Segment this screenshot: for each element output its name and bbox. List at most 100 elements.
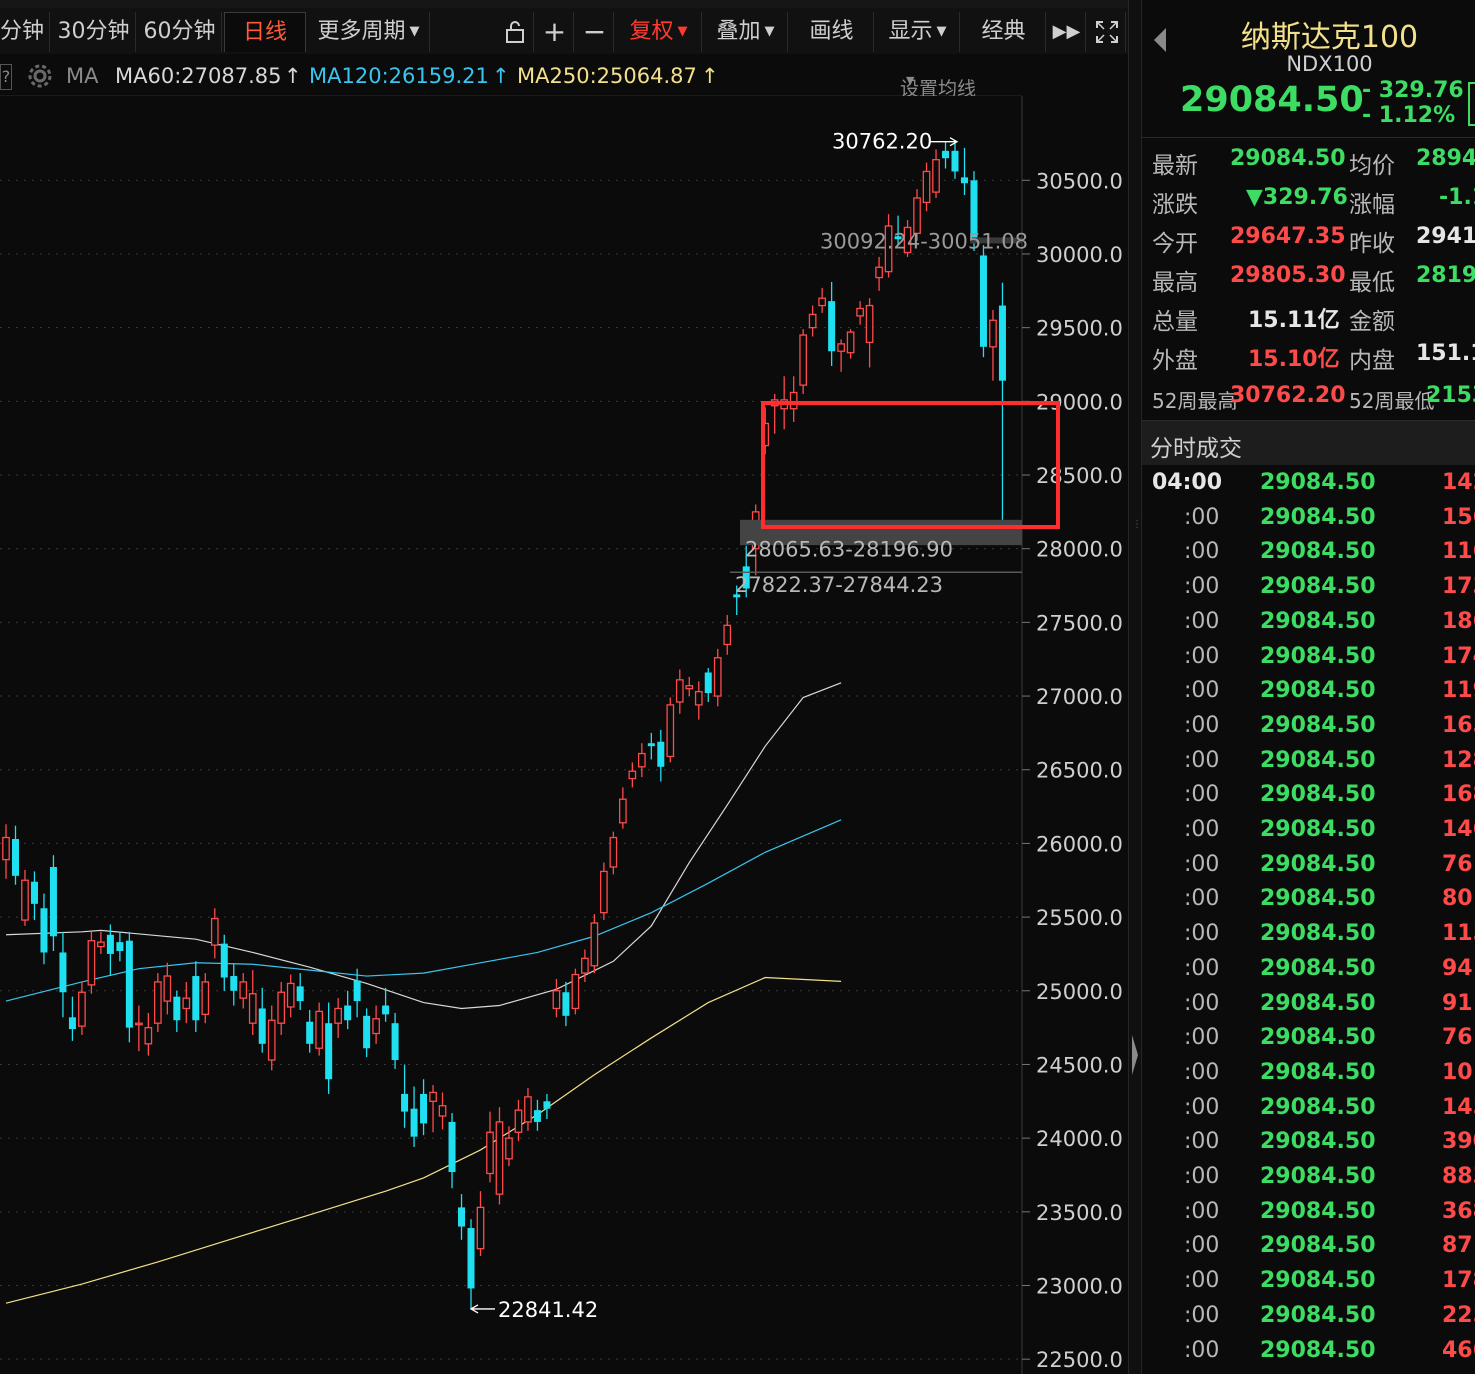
y-tick-label: 23000.0	[1036, 1275, 1123, 1299]
trade-price: 29084.50	[1260, 851, 1376, 877]
quote-label: 涨跌	[1152, 192, 1198, 218]
gear-icon[interactable]	[26, 62, 54, 95]
candle-body	[657, 741, 665, 767]
candle-body	[960, 177, 968, 184]
trade-volume: 128	[1442, 747, 1475, 773]
fast-forward-icon[interactable]: ▶▶	[1048, 12, 1086, 52]
candle-body	[296, 986, 304, 1002]
tab-minute[interactable]: 分钟	[0, 12, 50, 52]
drag-handle-icon[interactable]: ⋮	[1132, 520, 1142, 538]
quote-value: 15.10亿	[1248, 347, 1340, 372]
trade-row: :00 29084.50 368	[1142, 1199, 1475, 1231]
trade-price: 29084.50	[1260, 504, 1376, 530]
trade-time: :00	[1184, 886, 1220, 912]
trade-row: :00 29084.50 883	[1142, 1164, 1475, 1196]
panel-splitter[interactable]: ⋮	[1128, 0, 1142, 1374]
ma-label: MA	[66, 64, 99, 88]
caret-down-icon: ▼	[764, 24, 775, 39]
quote-label: 内盘	[1349, 348, 1395, 374]
kline-canvas[interactable]: 30500.030000.029500.029000.028500.028000…	[0, 96, 1128, 1374]
quote-value: 29805.30	[1230, 263, 1346, 288]
quote-value: 29647.35	[1230, 224, 1346, 249]
candle-body	[49, 866, 57, 937]
draw-button[interactable]: 画线	[790, 12, 874, 52]
y-tick-label: 25500.0	[1036, 906, 1123, 930]
trade-volume: 116	[1442, 539, 1475, 565]
candle-body	[951, 150, 959, 172]
fullscreen-icon[interactable]	[1088, 12, 1126, 52]
tab-daily[interactable]: 日线	[224, 12, 306, 52]
trade-price: 29084.50	[1260, 747, 1376, 773]
quote-value: 28949	[1416, 146, 1475, 171]
trade-time: :00	[1184, 1094, 1220, 1120]
trade-price: 29084.50	[1260, 678, 1376, 704]
classic-button[interactable]: 经典	[962, 12, 1046, 52]
trade-time: :00	[1184, 782, 1220, 808]
trade-volume: 165	[1442, 712, 1475, 738]
display-dropdown[interactable]: 显示 ▼	[876, 12, 960, 52]
trade-price: 29084.50	[1260, 539, 1376, 565]
week52-high-value: 30762.20	[1230, 383, 1346, 408]
ma250-up-arrow-icon: ↑	[701, 64, 719, 88]
candle-body	[808, 313, 817, 329]
zoom-in-icon[interactable]: +	[536, 12, 574, 52]
trade-row: :00 29084.50 87	[1142, 1233, 1475, 1265]
more-periods-dropdown[interactable]: 更多周期 ▼	[308, 12, 430, 52]
trade-row: :00 29084.50 390	[1142, 1129, 1475, 1161]
symbol-code: NDX100	[1286, 52, 1373, 76]
overlay-dropdown[interactable]: 叠加 ▼	[704, 12, 788, 52]
trade-time: :00	[1184, 1025, 1220, 1051]
trade-time: :00	[1184, 1268, 1220, 1294]
trade-price: 29084.50	[1260, 1059, 1376, 1085]
candle-body	[192, 976, 200, 1021]
candle-body	[173, 996, 181, 1021]
candle-body	[30, 881, 38, 904]
trade-price: 29084.50	[1260, 1094, 1376, 1120]
trade-volume: 119	[1442, 678, 1475, 704]
candle-body	[713, 657, 722, 697]
candle-body	[922, 170, 931, 204]
y-tick-label: 24500.0	[1036, 1053, 1123, 1077]
trade-row: :00 29084.50 101	[1142, 1060, 1475, 1092]
trade-time: :00	[1184, 712, 1220, 738]
trade-volume: 225	[1442, 1302, 1475, 1328]
candle-body	[562, 992, 570, 1016]
trade-time: :00	[1184, 851, 1220, 877]
candle-body	[401, 1093, 409, 1112]
trade-time: :00	[1184, 817, 1220, 842]
help-icon[interactable]: ?	[0, 64, 12, 90]
candle-body	[363, 1015, 371, 1049]
trade-row: :00 29084.50 174	[1142, 644, 1475, 676]
quote-value: 28196	[1416, 263, 1475, 288]
candle-body	[334, 1007, 343, 1024]
caret-down-icon: ▼	[906, 74, 915, 87]
lock-icon[interactable]	[496, 12, 534, 52]
trade-volume: 883	[1442, 1164, 1475, 1189]
trade-price: 29084.50	[1260, 608, 1376, 634]
tab-30min[interactable]: 30分钟	[52, 12, 136, 52]
zoom-out-icon[interactable]: −	[576, 12, 614, 52]
symbol-name: 纳斯达克100	[1240, 20, 1419, 55]
candle-body	[505, 1137, 513, 1160]
collapse-panel-icon[interactable]	[1131, 1030, 1139, 1080]
candle-body	[524, 1096, 532, 1123]
kline-chart[interactable]: 30500.0 30000.0 29500.0 29000.0 28500.0 28000…	[0, 96, 1128, 1374]
trade-time: :00	[1184, 1302, 1220, 1328]
quote-label: 最高	[1152, 270, 1198, 296]
trade-price: 29084.50	[1260, 782, 1376, 808]
candle-body	[486, 1131, 494, 1175]
prev-symbol-icon[interactable]	[1150, 26, 1174, 54]
candle-body	[135, 1022, 143, 1026]
candle-body	[230, 976, 238, 991]
adjust-dropdown[interactable]: 复权 ▼	[616, 12, 702, 52]
ma120-value: MA120:26159.21	[309, 64, 489, 88]
quote-label: 最新	[1152, 153, 1198, 179]
quote-label: 最低	[1349, 270, 1395, 296]
candle-body	[856, 307, 864, 317]
y-tick-label: 30000.0	[1036, 243, 1123, 267]
tab-60min[interactable]: 60分钟	[138, 12, 222, 52]
last-price: 29084.50	[1180, 80, 1364, 120]
trade-price: 29084.50	[1260, 1233, 1376, 1259]
trade-price: 29084.50	[1260, 1302, 1376, 1328]
trade-row: :00 29084.50 80	[1142, 886, 1475, 918]
